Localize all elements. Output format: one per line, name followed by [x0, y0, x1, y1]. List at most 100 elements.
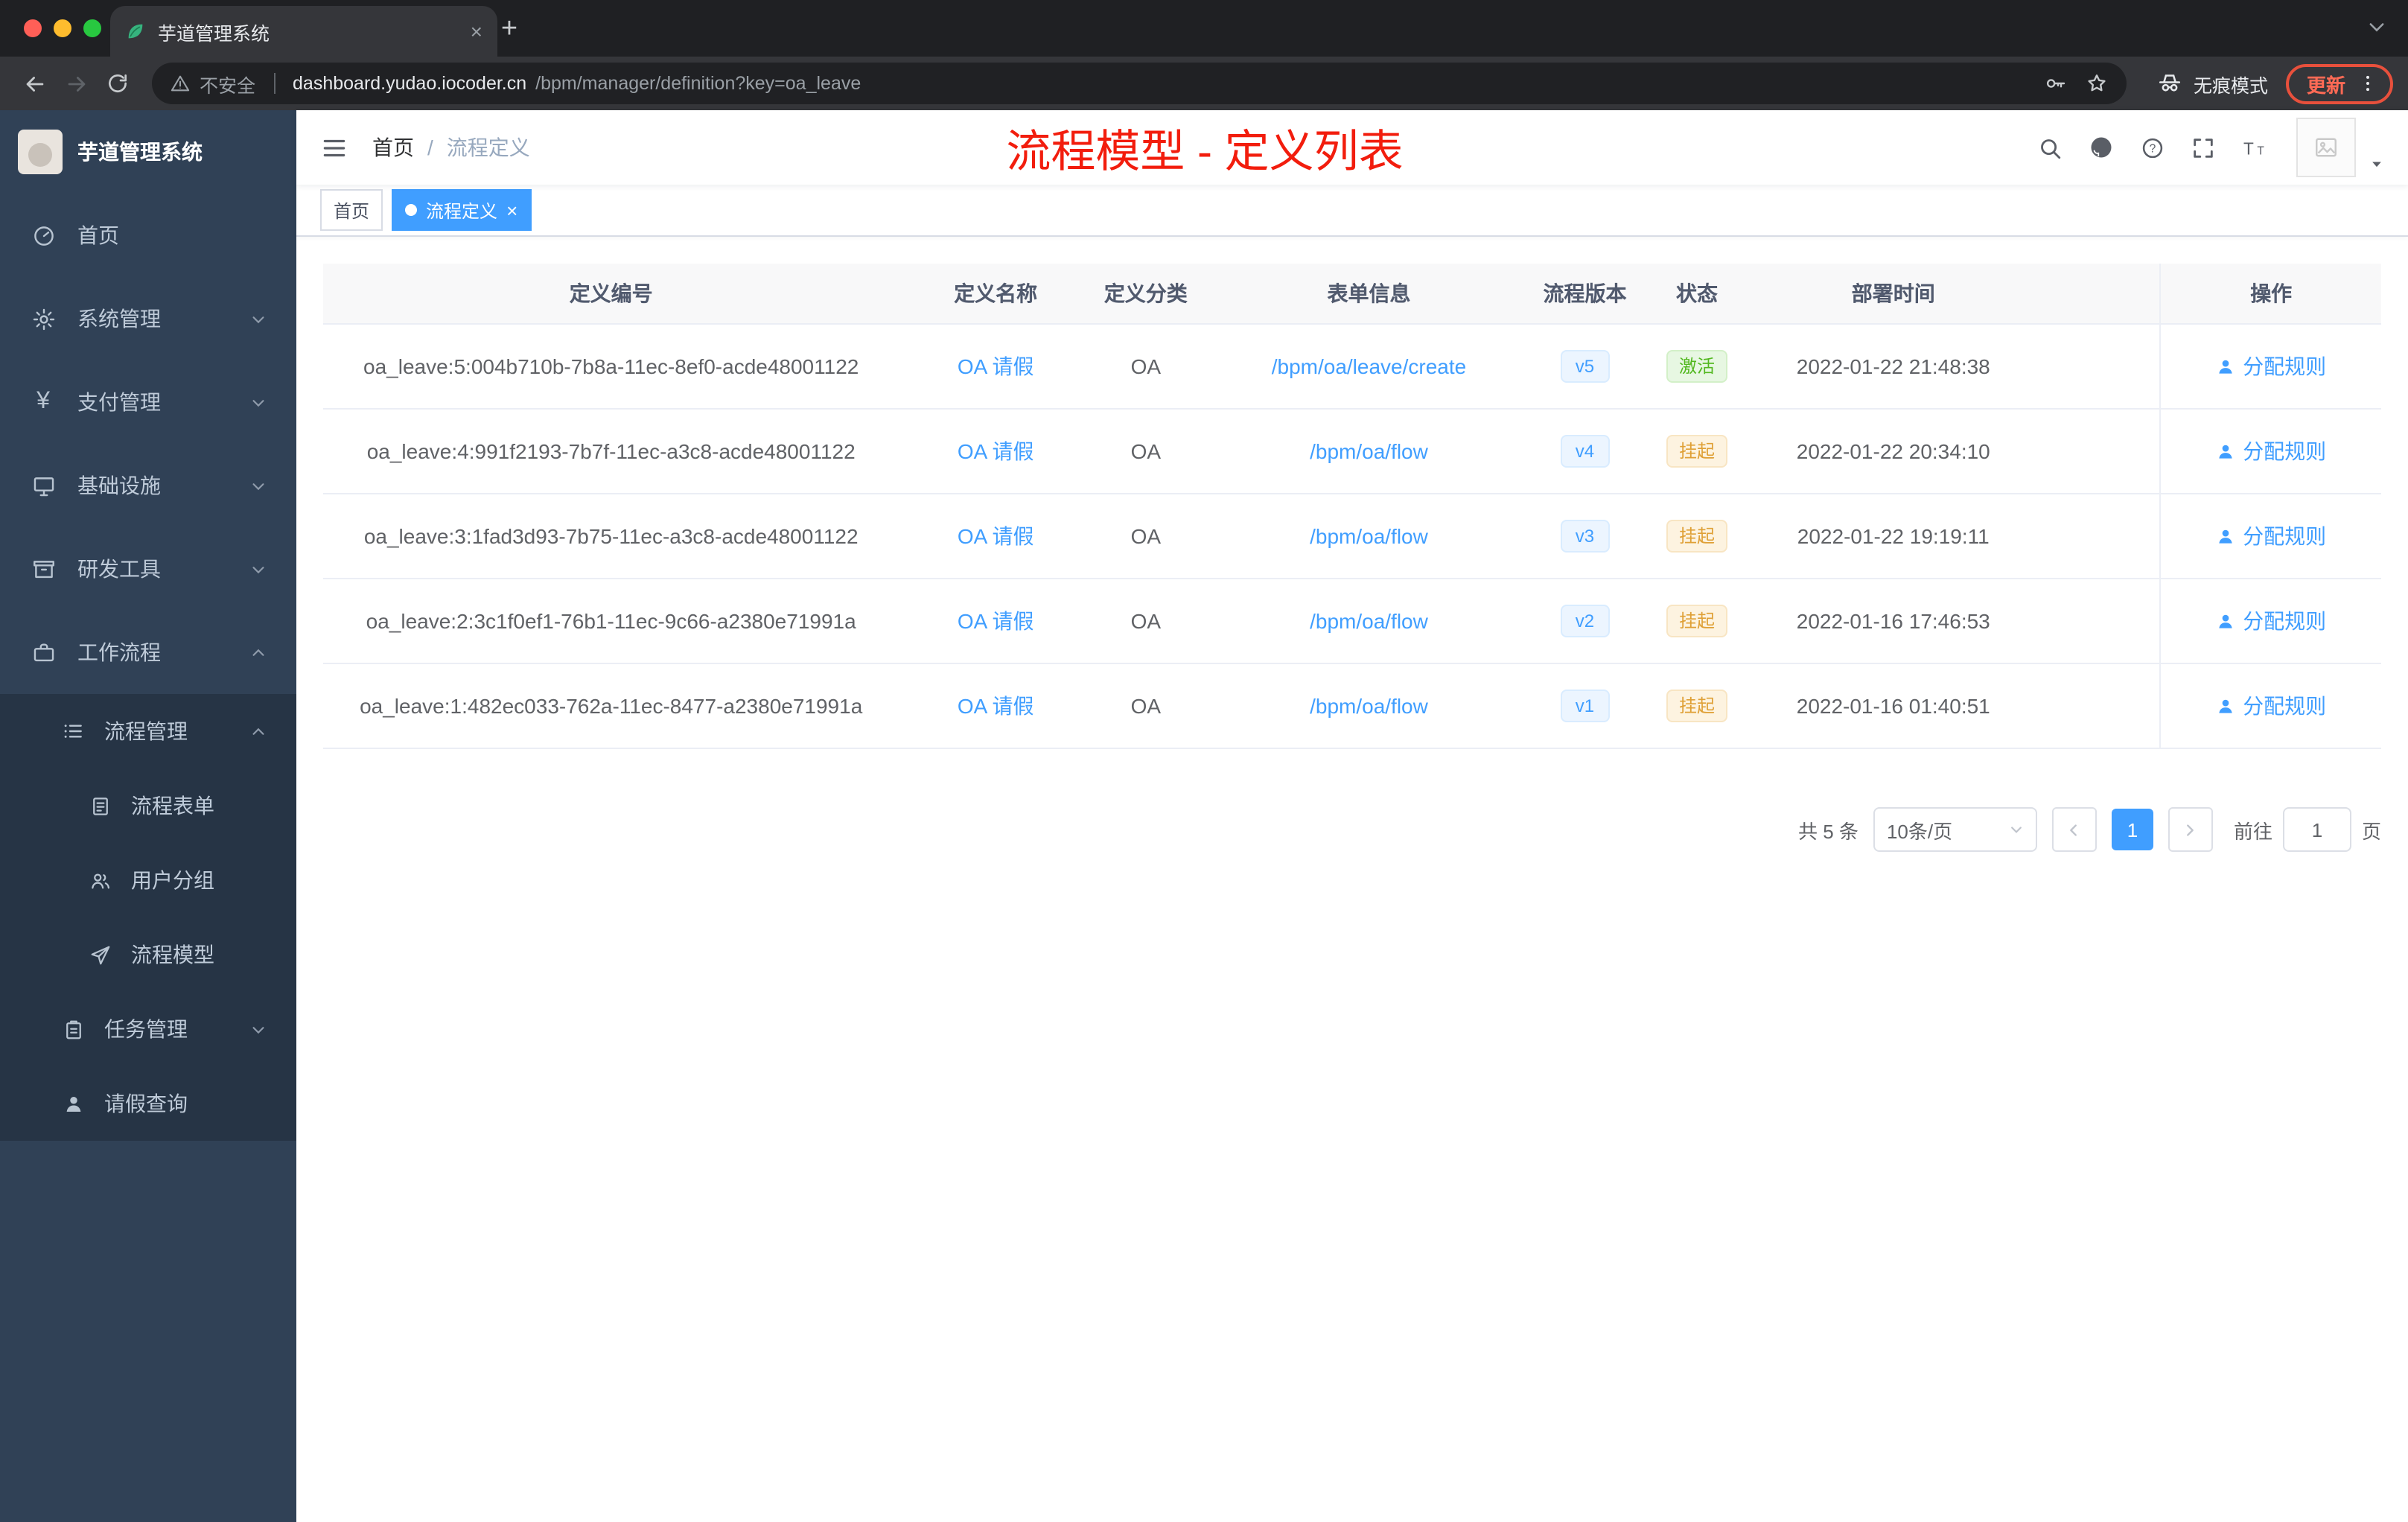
- workflow-submenu: 流程管理 流程表单 用户分组 流程模型 任务管理 请假查询: [0, 694, 296, 1141]
- caret-down-icon[interactable]: [2369, 156, 2384, 171]
- definition-category: OA: [1130, 524, 1162, 548]
- tab-close-icon[interactable]: ×: [471, 21, 482, 42]
- sidebar-item-user-group[interactable]: 用户分组: [0, 843, 296, 917]
- svg-text:T: T: [2257, 144, 2264, 157]
- sidebar-item-infrastructure[interactable]: 基础设施: [0, 444, 296, 527]
- table-row: oa_leave:2:3c1f0ef1-76b1-11ec-9c66-a2380…: [323, 579, 2381, 664]
- tag-process-definition[interactable]: 流程定义 ×: [392, 189, 532, 231]
- star-icon[interactable]: [2085, 71, 2109, 95]
- main-area: 首页 / 流程定义 流程模型 - 定义列表 ? T T 首页 流程定义 × 定义…: [296, 110, 2408, 1522]
- sidebar-item-label: 首页: [77, 223, 119, 247]
- minimize-window-button[interactable]: [54, 19, 71, 37]
- definition-name-link[interactable]: OA 请假: [958, 691, 1034, 721]
- sidebar-item-leave-query[interactable]: 请假查询: [0, 1066, 296, 1141]
- sidebar-item-home[interactable]: 首页: [0, 194, 296, 277]
- form-link[interactable]: /bpm/oa/flow: [1310, 694, 1428, 718]
- column-header-form: 表单信息: [1327, 281, 1411, 305]
- page-content: 定义编号 定义名称 定义分类 表单信息 流程版本 状态 部署时间 操作 oa_l…: [296, 237, 2408, 1522]
- toolbox-icon: [30, 555, 57, 582]
- paper-plane-icon: [86, 941, 113, 968]
- gear-icon: [30, 305, 57, 332]
- sidebar-item-process-management[interactable]: 流程管理: [0, 694, 296, 768]
- assign-rule-link[interactable]: 分配规则: [2216, 606, 2326, 636]
- form-link[interactable]: /bpm/oa/leave/create: [1272, 354, 1467, 378]
- assign-rule-link[interactable]: 分配规则: [2216, 351, 2326, 381]
- forward-button[interactable]: [57, 64, 95, 103]
- form-link[interactable]: /bpm/oa/flow: [1310, 609, 1428, 633]
- sidebar-item-payment[interactable]: ¥ 支付管理: [0, 360, 296, 444]
- status-badge: 挂起: [1666, 604, 1727, 638]
- svg-text:T: T: [2243, 138, 2254, 158]
- tag-close-icon[interactable]: ×: [506, 200, 517, 220]
- tab-search-icon[interactable]: [2366, 16, 2387, 37]
- help-icon[interactable]: ?: [2140, 135, 2165, 160]
- navbar: 首页 / 流程定义 流程模型 - 定义列表 ? T T: [296, 110, 2408, 185]
- sidebar-item-system[interactable]: 系统管理: [0, 277, 296, 360]
- form-link[interactable]: /bpm/oa/flow: [1310, 524, 1428, 548]
- update-chip[interactable]: 更新: [2285, 63, 2393, 104]
- address-bar[interactable]: 不安全 dashboard.yudao.iocoder.cn/bpm/manag…: [152, 63, 2127, 104]
- back-button[interactable]: [15, 64, 54, 103]
- document-icon: [86, 792, 113, 819]
- update-label[interactable]: 更新: [2307, 69, 2345, 98]
- assign-rule-link[interactable]: 分配规则: [2216, 691, 2326, 721]
- reload-button[interactable]: [98, 64, 137, 103]
- tag-home[interactable]: 首页: [320, 189, 383, 231]
- search-icon[interactable]: [2037, 135, 2063, 160]
- sidebar-item-label: 工作流程: [77, 640, 161, 664]
- definition-name-link[interactable]: OA 请假: [958, 436, 1034, 466]
- definition-id: oa_leave:4:991f2193-7b7f-11ec-a3c8-acde4…: [366, 439, 856, 463]
- assign-rule-link[interactable]: 分配规则: [2216, 436, 2326, 466]
- avatar[interactable]: [2296, 118, 2356, 177]
- prev-page-button[interactable]: [2051, 807, 2097, 852]
- version-badge[interactable]: v3: [1560, 519, 1610, 553]
- app-logo[interactable]: 芋道管理系统: [0, 110, 296, 194]
- definition-name-link[interactable]: OA 请假: [958, 606, 1034, 636]
- assign-rule-link[interactable]: 分配规则: [2216, 521, 2326, 551]
- omnibox-divider: [273, 73, 275, 94]
- breadcrumb: 首页 / 流程定义: [372, 133, 530, 162]
- window-controls: [24, 19, 101, 37]
- fullscreen-icon[interactable]: [2191, 135, 2216, 160]
- browser-tab[interactable]: 芋道管理系统 ×: [110, 6, 497, 57]
- goto-page-input[interactable]: [2282, 807, 2351, 852]
- warning-icon: [170, 73, 191, 94]
- page-number-button[interactable]: 1: [2111, 809, 2153, 850]
- table-row: oa_leave:4:991f2193-7b7f-11ec-a3c8-acde4…: [323, 410, 2381, 494]
- column-header-name: 定义名称: [954, 281, 1038, 305]
- zoom-window-button[interactable]: [83, 19, 101, 37]
- definition-name-link[interactable]: OA 请假: [958, 521, 1034, 551]
- close-window-button[interactable]: [24, 19, 42, 37]
- url-host: dashboard.yudao.iocoder.cn: [293, 73, 527, 94]
- goto-label: 前往: [2233, 820, 2272, 842]
- github-icon[interactable]: [2088, 134, 2115, 161]
- browser-menu-icon[interactable]: [2357, 73, 2378, 94]
- version-badge[interactable]: v5: [1560, 349, 1610, 383]
- font-size-icon[interactable]: TT: [2241, 135, 2271, 160]
- sidebar-item-task-management[interactable]: 任务管理: [0, 992, 296, 1066]
- definition-id: oa_leave:1:482ec033-762a-11ec-8477-a2380…: [360, 694, 863, 718]
- table-row: oa_leave:3:1fad3d93-7b75-11ec-a3c8-acde4…: [323, 494, 2381, 579]
- definition-name-link[interactable]: OA 请假: [958, 351, 1034, 381]
- tag-label: 流程定义: [426, 200, 498, 221]
- version-badge[interactable]: v1: [1560, 689, 1610, 723]
- sidebar-item-process-model[interactable]: 流程模型: [0, 917, 296, 992]
- page-size-select[interactable]: 10条/页: [1873, 807, 2037, 852]
- next-page-button[interactable]: [2167, 807, 2213, 852]
- users-icon: [86, 867, 113, 894]
- status-badge: 挂起: [1666, 689, 1727, 723]
- user-icon: [2219, 614, 2232, 628]
- new-tab-button[interactable]: +: [491, 12, 527, 48]
- sidebar-item-process-form[interactable]: 流程表单: [0, 768, 296, 843]
- breadcrumb-separator: /: [427, 136, 433, 159]
- form-link[interactable]: /bpm/oa/flow: [1310, 439, 1428, 463]
- hamburger-icon[interactable]: [320, 133, 348, 162]
- security-label[interactable]: 不安全: [200, 69, 255, 98]
- sidebar-item-devtools[interactable]: 研发工具: [0, 527, 296, 611]
- sidebar-item-workflow[interactable]: 工作流程: [0, 611, 296, 694]
- app-title: 芋道管理系统: [77, 140, 203, 164]
- breadcrumb-home[interactable]: 首页: [372, 133, 414, 162]
- version-badge[interactable]: v4: [1560, 434, 1610, 468]
- key-icon[interactable]: [2043, 71, 2067, 95]
- version-badge[interactable]: v2: [1560, 604, 1610, 638]
